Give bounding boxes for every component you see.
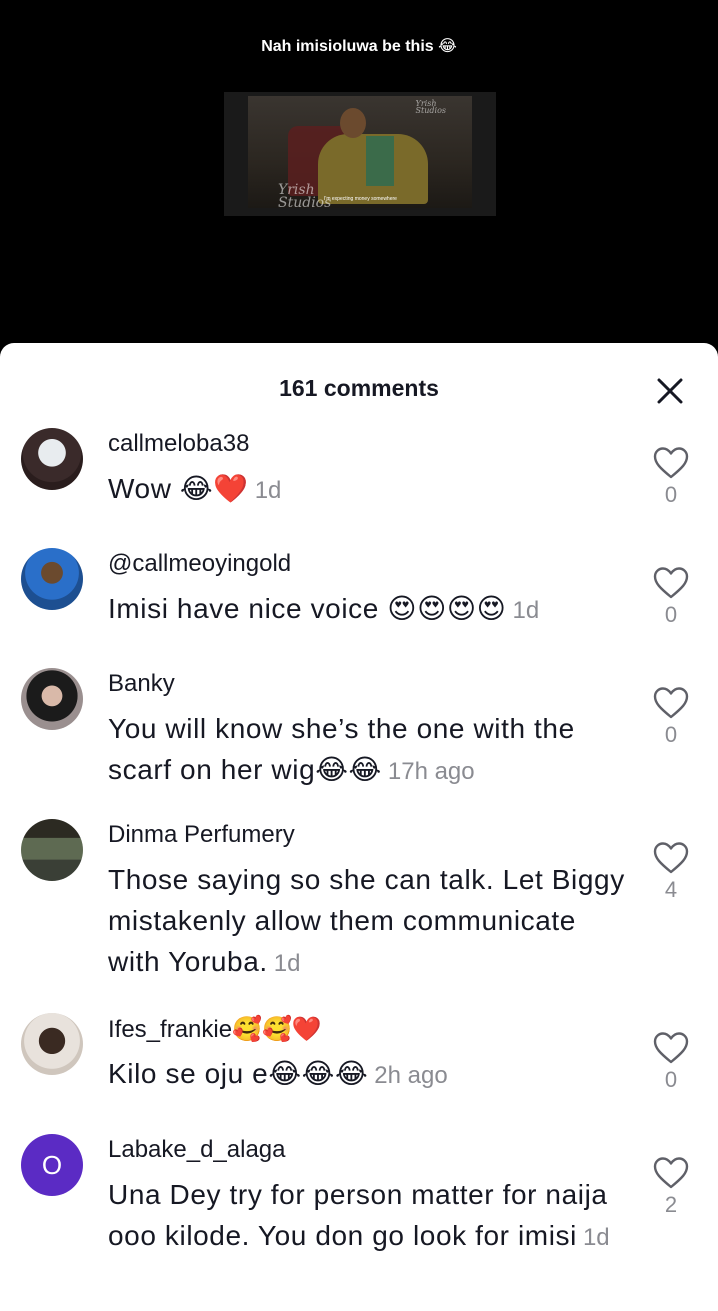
video-subtitle: I'm expecting money somewhere	[324, 196, 397, 202]
avatar[interactable]	[21, 819, 83, 881]
avatar[interactable]: O	[21, 1134, 83, 1196]
watermark-left: Yrish Studios	[278, 182, 332, 211]
avatar-letter: O	[41, 1149, 63, 1180]
like-button[interactable]: 0	[650, 446, 692, 508]
heart-icon	[653, 1157, 689, 1189]
comment-time: 17h ago	[387, 758, 475, 785]
comment-time: 1d	[582, 1224, 610, 1251]
heart-icon	[653, 447, 689, 479]
like-count: 4	[664, 877, 678, 902]
heart-icon	[653, 842, 689, 874]
close-button[interactable]	[652, 373, 688, 409]
shirt-shape	[366, 136, 394, 186]
watermark-right: Yrish Studios	[415, 99, 446, 116]
comment-time: 2h ago	[374, 1062, 448, 1089]
like-button[interactable]: 2	[650, 1156, 692, 1218]
comment-time: 1d	[512, 597, 540, 624]
like-button[interactable]: 0	[650, 686, 692, 748]
comment-text: Kilo se oju e😂😂😂 2h ago	[108, 1058, 448, 1089]
like-count: 2	[664, 1192, 678, 1217]
like-button[interactable]: 4	[650, 841, 692, 903]
person-head-shape	[340, 108, 366, 138]
comment-text: Imisi have nice voice 😍😍😍😍 1d	[108, 593, 540, 624]
video-scene: I'm expecting money somewhere Yrish Studi…	[248, 96, 472, 211]
comment-username[interactable]: callmeloba38	[108, 430, 249, 458]
video-player[interactable]: Nah imisioluwa be this 😂 I'm expecting m…	[0, 0, 718, 345]
comment-time: 1d	[273, 950, 301, 977]
comment-text: Wow 😂❤️ 1d	[108, 473, 282, 504]
close-icon	[657, 378, 683, 404]
comments-sheet: 161 comments callmeloba38 Wow 😂❤️ 1d 0 @c…	[0, 343, 718, 1311]
comments-count-title: 161 comments	[279, 375, 439, 401]
comment-username[interactable]: Banky	[108, 670, 175, 698]
heart-icon	[653, 567, 689, 599]
heart-icon	[653, 687, 689, 719]
like-button[interactable]: 0	[650, 566, 692, 628]
comment-username[interactable]: Ifes_frankie🥰🥰❤️	[108, 1015, 322, 1044]
heart-icon	[653, 1032, 689, 1064]
comment-text: Una Dey try for person matter for naija …	[108, 1179, 610, 1251]
avatar[interactable]	[21, 668, 83, 730]
video-caption: Nah imisioluwa be this 😂	[261, 38, 457, 55]
avatar[interactable]	[21, 548, 83, 610]
comment-username[interactable]: @callmeoyingold	[108, 550, 291, 578]
comment-time: 1d	[254, 477, 282, 504]
like-count: 0	[664, 722, 678, 747]
like-button[interactable]: 0	[650, 1031, 692, 1093]
comment-username[interactable]: Labake_d_alaga	[108, 1136, 286, 1164]
avatar[interactable]	[21, 1013, 83, 1075]
comment-text: Those saying so she can talk. Let Biggy …	[108, 864, 625, 977]
like-count: 0	[664, 602, 678, 627]
avatar[interactable]	[21, 428, 83, 490]
comment-text: You will know she’s the one with the sca…	[108, 713, 575, 785]
video-frame[interactable]: I'm expecting money somewhere Yrish Studi…	[224, 92, 496, 216]
like-count: 0	[664, 1067, 678, 1092]
like-count: 0	[664, 482, 678, 507]
comment-username[interactable]: Dinma Perfumery	[108, 821, 295, 849]
